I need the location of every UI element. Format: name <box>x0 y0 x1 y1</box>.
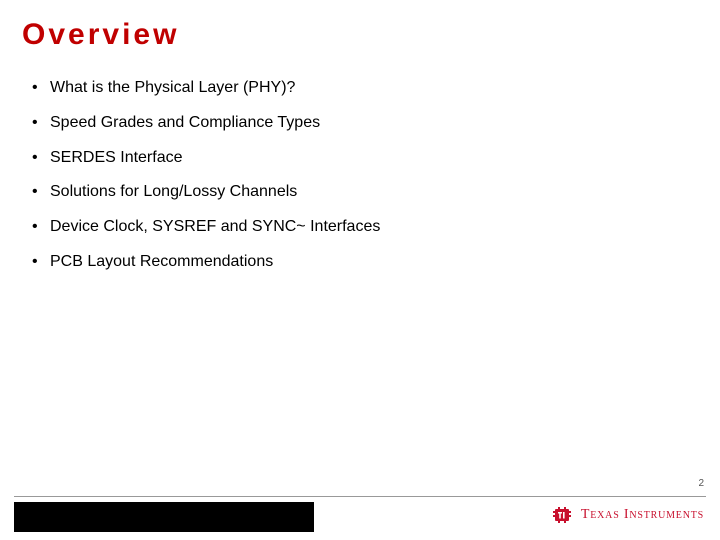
page-number: 2 <box>698 478 704 489</box>
list-item: Speed Grades and Compliance Types <box>32 113 698 134</box>
list-item: PCB Layout Recommendations <box>32 252 698 273</box>
slide: Overview What is the Physical Layer (PHY… <box>0 0 720 540</box>
ti-chip-icon <box>553 506 575 524</box>
list-item: What is the Physical Layer (PHY)? <box>32 78 698 99</box>
footer: Texas Instruments <box>0 496 720 540</box>
page-title: Overview <box>22 18 698 52</box>
list-item: SERDES Interface <box>32 148 698 169</box>
brand-logo: Texas Instruments <box>553 506 704 524</box>
footer-divider <box>14 496 706 497</box>
bullet-list: What is the Physical Layer (PHY)? Speed … <box>22 78 698 273</box>
footer-black-box <box>14 502 314 532</box>
brand-text: Texas Instruments <box>581 507 704 523</box>
list-item: Solutions for Long/Lossy Channels <box>32 182 698 203</box>
list-item: Device Clock, SYSREF and SYNC~ Interface… <box>32 217 698 238</box>
